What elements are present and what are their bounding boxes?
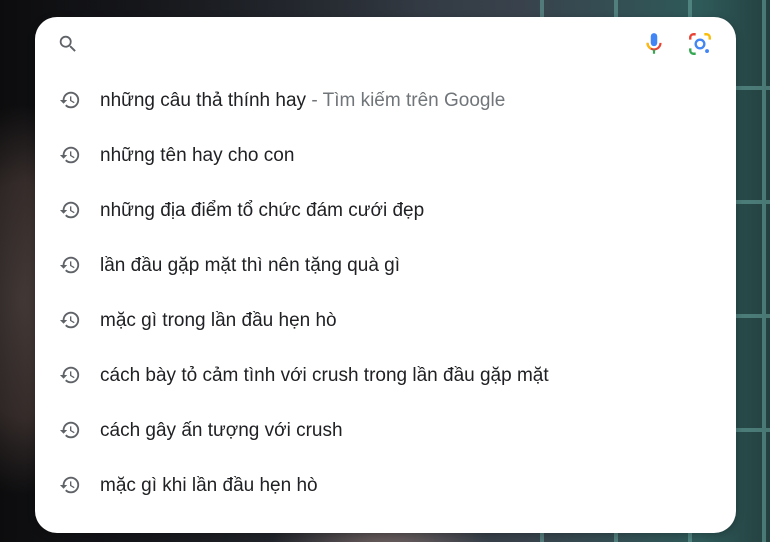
suggestion-list: những câu thả thính hay - Tìm kiếm trên … [35, 73, 736, 513]
history-icon [59, 144, 81, 166]
suggestion-item[interactable]: những câu thả thính hay - Tìm kiếm trên … [35, 73, 736, 128]
suggestion-item[interactable]: mặc gì khi lần đầu hẹn hò [35, 458, 736, 513]
search-bar [35, 17, 736, 71]
suggestion-item[interactable]: cách bày tỏ cảm tình với crush trong lần… [35, 348, 736, 403]
suggestion-item[interactable]: những tên hay cho con [35, 128, 736, 183]
search-dropdown-panel: những câu thả thính hay - Tìm kiếm trên … [35, 17, 736, 533]
suggestion-query: mặc gì khi lần đầu hẹn hò [100, 475, 318, 496]
history-icon [59, 474, 81, 496]
suggestion-text: những tên hay cho con [100, 145, 294, 167]
suggestion-query: mặc gì trong lần đầu hẹn hò [100, 310, 337, 331]
suggestion-item[interactable]: những địa điểm tổ chức đám cưới đẹp [35, 183, 736, 238]
suggestion-text: những câu thả thính hay - Tìm kiếm trên … [100, 90, 505, 112]
suggestion-text: cách gây ấn tượng với crush [100, 420, 343, 442]
history-icon [59, 89, 81, 111]
suggestion-query: những tên hay cho con [100, 145, 295, 166]
suggestion-item[interactable]: cách gây ấn tượng với crush [35, 403, 736, 458]
microphone-icon[interactable] [641, 31, 667, 57]
history-icon [59, 254, 81, 276]
suggestion-text: mặc gì trong lần đầu hẹn hò [100, 310, 337, 332]
suggestion-query: cách bày tỏ cảm tình với crush trong lần… [100, 365, 549, 386]
history-icon [59, 199, 81, 221]
suggestion-query: những câu thả thính hay [100, 90, 307, 111]
search-icon[interactable] [57, 33, 79, 55]
suggestion-item[interactable]: lần đầu gặp mặt thì nên tặng quà gì [35, 238, 736, 293]
history-icon [59, 309, 81, 331]
suggestion-query: lần đầu gặp mặt thì nên tặng quà gì [100, 255, 401, 276]
suggestion-text: mặc gì khi lần đầu hẹn hò [100, 475, 318, 497]
suggestion-text: những địa điểm tổ chức đám cưới đẹp [100, 200, 424, 222]
history-icon [59, 364, 81, 386]
history-icon [59, 419, 81, 441]
suggestion-suffix: - Tìm kiếm trên Google [306, 90, 506, 111]
suggestion-text: cách bày tỏ cảm tình với crush trong lần… [100, 365, 549, 387]
suggestion-query: những địa điểm tổ chức đám cưới đẹp [100, 200, 425, 221]
search-input[interactable] [97, 29, 621, 61]
suggestion-text: lần đầu gặp mặt thì nên tặng quà gì [100, 255, 400, 277]
suggestion-item[interactable]: mặc gì trong lần đầu hẹn hò [35, 293, 736, 348]
google-lens-icon[interactable] [687, 31, 713, 57]
suggestion-query: cách gây ấn tượng với crush [100, 420, 343, 441]
